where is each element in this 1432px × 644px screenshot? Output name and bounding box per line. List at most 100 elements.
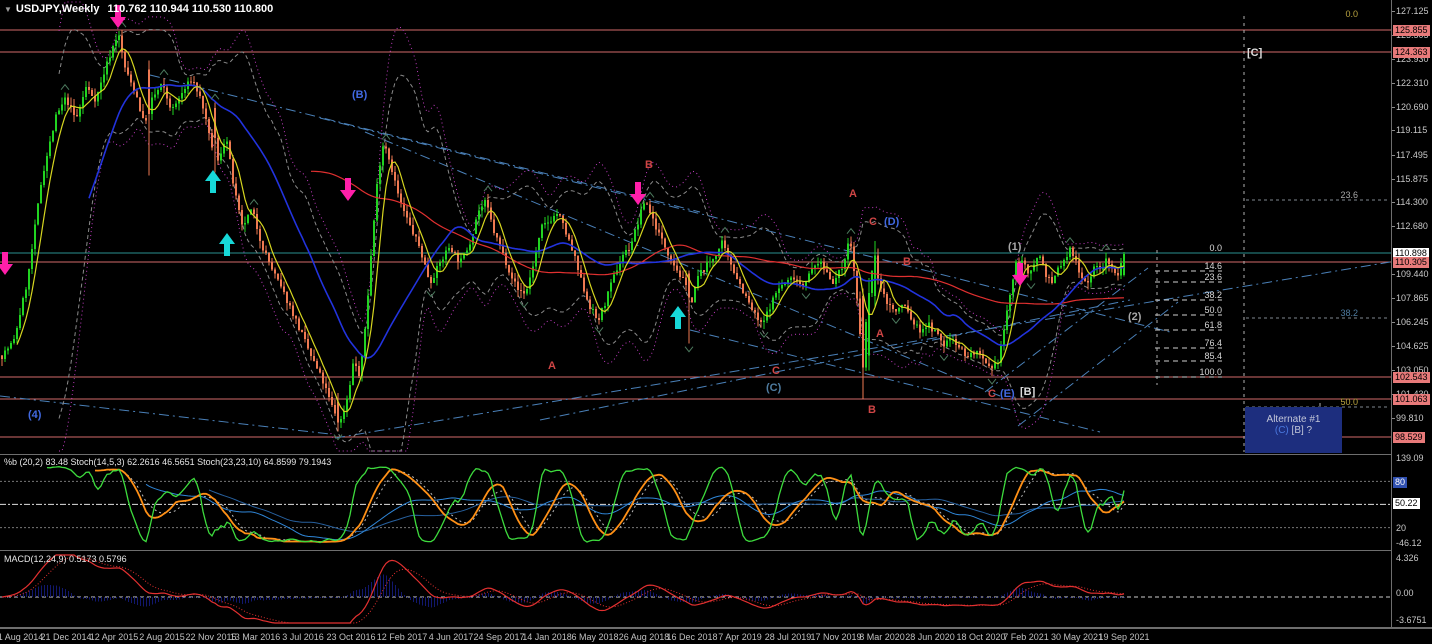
macd-bar <box>1049 597 1050 598</box>
macd-bar <box>1040 593 1041 597</box>
macd-bar <box>182 597 183 599</box>
candle-body <box>859 298 861 335</box>
macd-bar <box>218 597 219 603</box>
macd-bar <box>842 596 843 598</box>
alternate-title: Alternate #1 <box>1266 414 1321 425</box>
candle-body <box>643 203 645 210</box>
macd-bar <box>569 595 570 597</box>
macd-bar <box>980 596 981 598</box>
candle-body <box>109 57 111 62</box>
macd-bar <box>872 597 873 600</box>
candle-body <box>961 347 963 349</box>
alternate-annotation-box[interactable]: Alternate #1 (C) [B] ? <box>1245 407 1342 453</box>
candle-body <box>421 245 423 258</box>
candle-body <box>82 96 84 107</box>
candle-body <box>574 250 576 257</box>
macd-bar <box>275 597 276 600</box>
candle-body <box>496 233 498 238</box>
candle-body <box>1 355 3 359</box>
macd-bar <box>1091 597 1092 601</box>
stochastic-panel-canvas[interactable] <box>0 455 1392 551</box>
time-axis[interactable]: 31 Aug 201421 Dec 201412 Apr 20152 Aug 2… <box>0 628 1432 644</box>
candle-body <box>877 255 879 279</box>
panel-separator[interactable] <box>0 454 1432 455</box>
candle-body <box>358 366 360 376</box>
symbol-dropdown-icon[interactable]: ▼ <box>4 5 12 14</box>
macd-bar <box>65 589 66 597</box>
candle-body <box>451 247 453 252</box>
macd-bar <box>308 597 309 599</box>
indicator-axis-label: 4.326 <box>1396 553 1419 563</box>
candle-body <box>673 261 675 266</box>
candle-body <box>46 155 48 172</box>
macd-bar <box>143 597 144 607</box>
candle-body <box>328 387 330 397</box>
candle-body <box>697 276 699 288</box>
wave-label: (4) <box>28 409 42 421</box>
candle-body <box>682 276 684 278</box>
candle-body <box>763 320 765 322</box>
candle-body <box>310 348 312 357</box>
wave-label: C <box>772 365 780 377</box>
candle-body <box>313 356 315 362</box>
date-label: 2 Aug 2015 <box>139 632 185 642</box>
candle-body <box>595 308 597 318</box>
macd-bar <box>104 597 105 602</box>
panel-separator[interactable] <box>0 550 1432 551</box>
price-axis[interactable]: 127.125125.505123.930122.310120.690119.1… <box>1392 0 1432 627</box>
macd-bar <box>986 596 987 598</box>
candle-body <box>265 250 267 253</box>
candle-body <box>136 91 138 98</box>
candle-body <box>754 309 756 313</box>
macd-bar <box>641 590 642 597</box>
candle-body <box>154 94 156 98</box>
macd-bar <box>854 596 855 598</box>
candle-body <box>262 241 264 251</box>
price-chart-canvas[interactable]: 0.014.623.638.250.061.876.485.4100.00.02… <box>0 0 1392 455</box>
macd-bar <box>833 597 834 598</box>
price-tag-110.305: 110.305 <box>1393 257 1429 268</box>
macd-bar <box>947 597 948 598</box>
indicator-axis-label: 139.09 <box>1396 453 1424 463</box>
candle-body <box>607 291 609 306</box>
macd-bar <box>185 597 186 599</box>
candle-body <box>271 262 273 270</box>
macd-bar <box>116 597 117 599</box>
ohlc-values: 110.762 110.944 110.530 110.800 <box>107 3 274 15</box>
macd-bar <box>914 597 915 599</box>
macd-bar <box>995 596 996 598</box>
macd-bar <box>389 578 390 597</box>
macd-bar <box>908 597 909 598</box>
date-label: 7 Feb 2021 <box>1003 632 1049 642</box>
price-tick-label: 99.810 <box>1396 413 1424 423</box>
ma-mid-blue <box>88 84 1125 359</box>
candle-body <box>988 363 990 366</box>
stochastic-indicator-label: %b (20,2) 83.48 Stoch(14,5,3) 62.2616 46… <box>4 457 332 467</box>
macd-bar <box>836 597 837 598</box>
cyan-up-arrow-icon <box>205 170 221 193</box>
candle-body <box>277 273 279 280</box>
macd-panel-canvas[interactable] <box>0 551 1392 627</box>
candle-body <box>565 223 567 235</box>
candle-body <box>85 86 87 97</box>
candle-body <box>805 282 807 287</box>
candle-body <box>520 289 522 291</box>
candle-body <box>1081 272 1083 278</box>
macd-indicator-label: MACD(12,24,9) 0.5173 0.5796 <box>4 554 127 564</box>
fractal-down-icon <box>519 301 529 309</box>
macd-bar <box>764 597 765 601</box>
price-tick-label: 109.440 <box>1396 269 1429 279</box>
candle-body <box>637 224 639 230</box>
macd-bar <box>437 597 438 606</box>
macd-bar <box>62 587 63 597</box>
macd-bar <box>1073 597 1074 598</box>
macd-bar <box>56 585 57 597</box>
fractal-down-icon <box>684 346 694 353</box>
macd-bar <box>770 597 771 599</box>
macd-bar <box>755 597 756 601</box>
macd-main-line <box>1 554 1125 624</box>
trendline <box>1017 301 1179 427</box>
macd-bar <box>593 597 594 604</box>
candle-body <box>376 184 378 221</box>
wave-label: (1) <box>1008 241 1022 253</box>
